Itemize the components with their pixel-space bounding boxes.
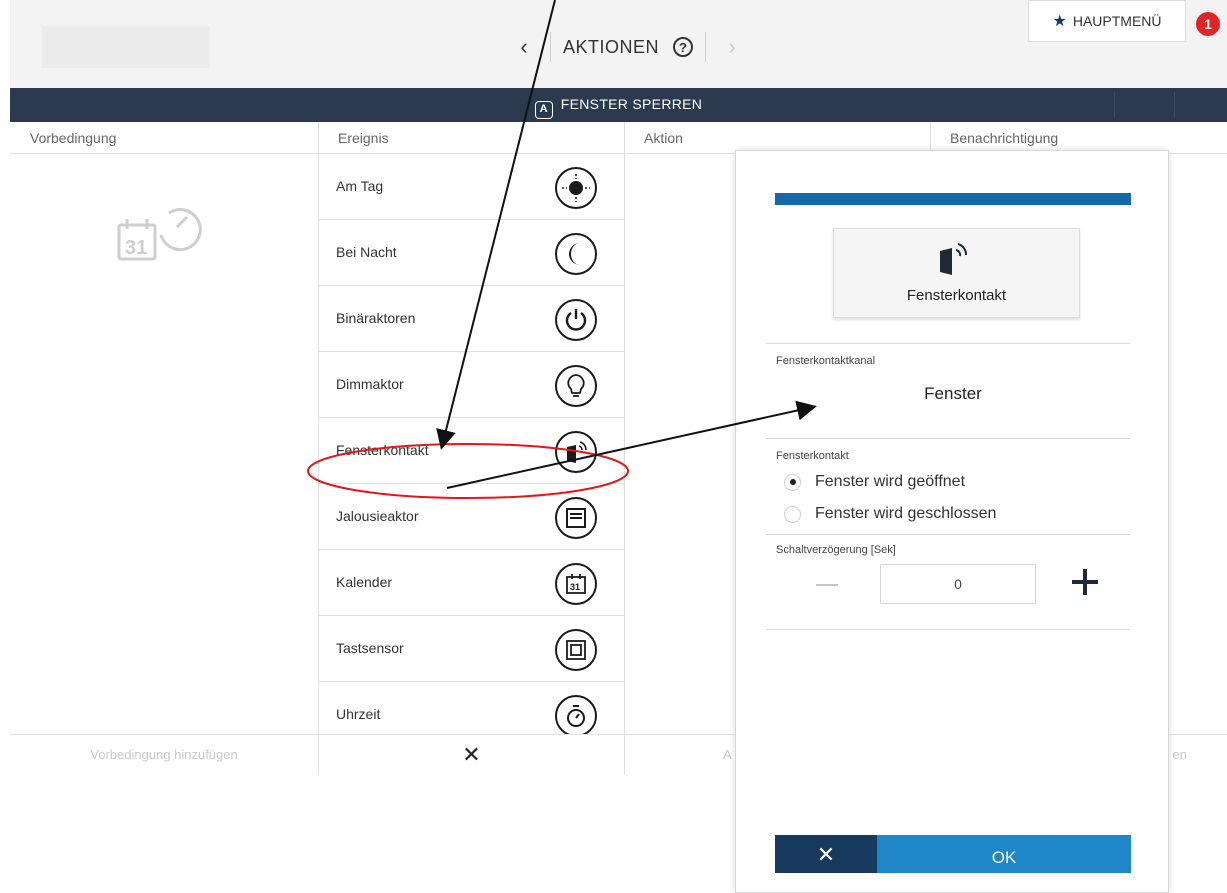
list-item-am-tag[interactable]: Am Tag — [318, 154, 624, 220]
divider — [550, 32, 551, 62]
channel-value[interactable]: Fenster — [776, 384, 1130, 404]
dialog-ok-button[interactable]: OK — [877, 835, 1131, 873]
list-item-bei-nacht[interactable]: Bei Nacht — [318, 220, 624, 286]
add-precondition-label: Vorbedingung hinzufügen — [90, 747, 238, 762]
divider — [705, 32, 707, 62]
list-item-tastsensor[interactable]: Tastsensor — [318, 616, 624, 682]
list-item-fensterkontakt[interactable]: Fensterkontakt — [318, 418, 624, 484]
column-divider — [624, 122, 625, 775]
close-event-list-button[interactable]: ✕ — [318, 734, 624, 774]
action-title-bar: A FENSTER SPERREN — [10, 88, 1227, 122]
add-action-label: A — [723, 747, 732, 762]
list-item-label: Dimmaktor — [336, 376, 404, 392]
close-icon: ✕ — [816, 842, 836, 867]
wrench-icon[interactable] — [1174, 92, 1227, 118]
chevron-right-icon[interactable]: › — [718, 34, 746, 60]
divider — [766, 629, 1130, 630]
main-menu-label: HAUPTMENÜ — [1072, 13, 1162, 29]
svg-text:31: 31 — [125, 237, 147, 259]
svg-text:31: 31 — [570, 582, 580, 592]
add-precondition-button[interactable]: Vorbedingung hinzufügen — [10, 734, 318, 774]
page-title: AKTIONEN — [563, 36, 660, 57]
list-item-label: Binäraktoren — [336, 310, 416, 326]
list-item-label: Am Tag — [336, 178, 384, 194]
radio-window-opened[interactable]: Fenster wird geöffnet — [784, 473, 965, 491]
column-header-event: Ereignis — [318, 122, 624, 154]
list-item-label: Tastsensor — [336, 640, 404, 656]
list-item-jalousieaktor[interactable]: Jalousieaktor — [318, 484, 624, 550]
list-item-dimmaktor[interactable]: Dimmaktor — [318, 352, 624, 418]
state-label: Fensterkontakt — [776, 450, 849, 462]
page-nav: ‹ AKTIONEN ? › — [510, 30, 746, 64]
event-list: Am Tag Bei Nacht Binäraktoren Dimmaktor … — [318, 154, 624, 748]
divider — [766, 438, 1130, 439]
chevron-left-icon[interactable]: ‹ — [510, 34, 538, 60]
lightbulb-icon — [555, 365, 597, 407]
list-item-label: Bei Nacht — [336, 244, 397, 260]
divider — [766, 343, 1130, 344]
delay-label: Schaltverzögerung [Sek] — [776, 544, 896, 556]
close-icon: ✕ — [462, 741, 481, 767]
list-item-label: Fensterkontakt — [336, 442, 429, 458]
radio-label: Fenster wird geöffnet — [815, 473, 966, 490]
add-notification-label: en — [1172, 747, 1187, 762]
push-button-icon — [555, 629, 597, 671]
notification-badge[interactable]: 1 — [1196, 12, 1220, 36]
timer-icon — [555, 695, 597, 737]
delay-input[interactable]: 0 — [880, 564, 1036, 604]
question-circle-icon[interactable]: ? — [673, 37, 694, 57]
sun-icon — [555, 167, 597, 209]
action-title: FENSTER SPERREN — [560, 96, 703, 112]
device-button[interactable]: Fensterkontakt — [833, 228, 1080, 318]
calendar-clock-icon: 31 — [117, 208, 202, 261]
event-config-dialog: Fensterkontakt Fensterkontaktkanal Fenst… — [735, 150, 1169, 893]
divider — [766, 534, 1130, 535]
logo-placeholder — [42, 26, 210, 68]
device-label: Fensterkontakt — [906, 287, 1007, 304]
dialog-cancel-button[interactable]: ✕ — [775, 835, 877, 873]
radio-selected-icon — [784, 473, 801, 491]
list-item-label: Uhrzeit — [336, 706, 381, 722]
delete-icon[interactable] — [1114, 92, 1174, 118]
blind-icon — [555, 497, 597, 539]
radio-unselected-icon — [784, 505, 801, 523]
moon-icon — [555, 233, 597, 275]
calendar-icon: 31 — [555, 563, 597, 605]
list-item-binaeraktoren[interactable]: Binäraktoren — [318, 286, 624, 352]
main-menu-button[interactable]: ★ HAUPTMENÜ — [1028, 0, 1186, 42]
list-item-label: Jalousieaktor — [336, 508, 419, 524]
plus-icon[interactable] — [1072, 569, 1098, 595]
radio-window-closed[interactable]: Fenster wird geschlossen — [784, 505, 996, 523]
window-contact-icon — [555, 431, 597, 473]
list-item-kalender[interactable]: Kalender 31 — [318, 550, 624, 616]
minus-icon[interactable] — [816, 584, 838, 586]
column-header-precondition: Vorbedingung — [10, 122, 318, 154]
window-contact-icon — [940, 243, 967, 275]
automation-a-icon: A — [534, 101, 553, 119]
radio-label: Fenster wird geschlossen — [815, 505, 997, 522]
channel-label: Fensterkontaktkanal — [776, 355, 876, 367]
list-item-label: Kalender — [336, 574, 393, 590]
power-icon — [555, 299, 597, 341]
dialog-accent-bar — [775, 193, 1131, 205]
star-icon: ★ — [1052, 13, 1067, 30]
